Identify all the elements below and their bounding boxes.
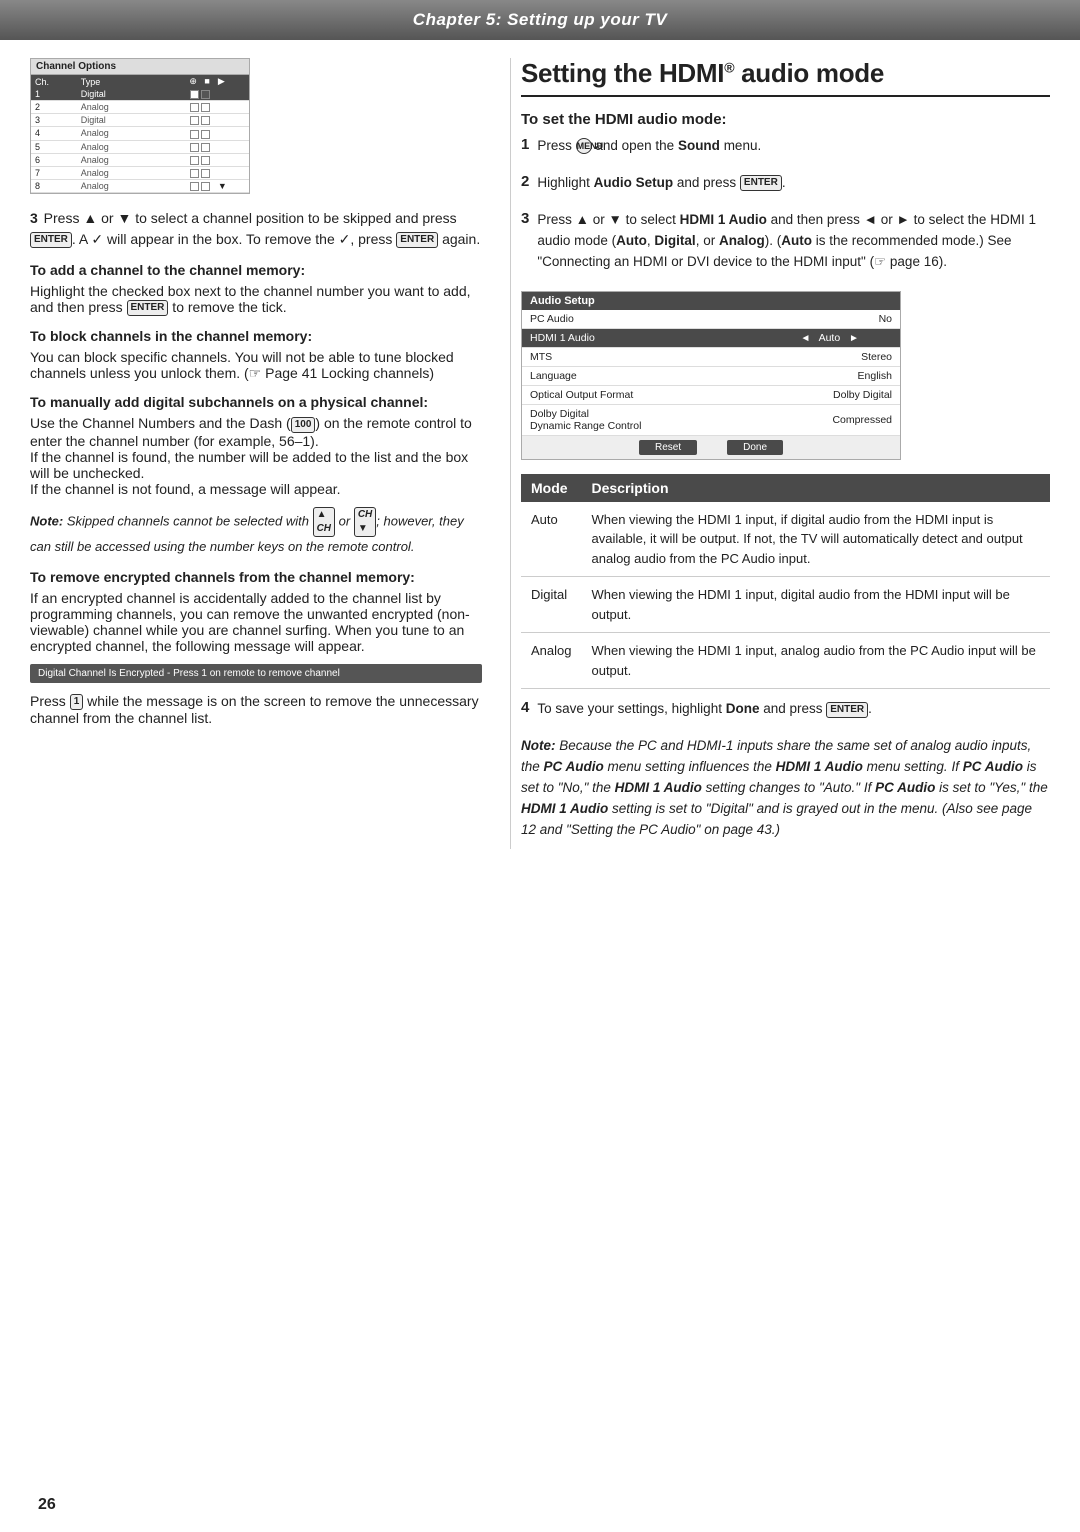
para-add: Highlight the checked box next to the ch… <box>30 283 482 316</box>
table-row: 5 Analog <box>31 140 249 153</box>
audio-row-hdmi: HDMI 1 Audio ◄ Auto ► <box>522 328 900 347</box>
col-ch: Ch. <box>31 75 77 88</box>
enter-button-icon: ENTER <box>30 232 72 248</box>
para-manual1: Use the Channel Numbers and the Dash (10… <box>30 415 482 448</box>
menu-btn-icon: MENU <box>576 138 592 154</box>
audio-row-pc: PC Audio No <box>522 310 900 329</box>
step2-text: Highlight Audio Setup and press ENTER. <box>537 173 785 194</box>
enter-btn-step2: ENTER <box>740 175 782 191</box>
right-note: Note: Because the PC and HDMI-1 inputs s… <box>521 736 1050 841</box>
audio-row-optical: Optical Output Format Dolby Digital <box>522 385 900 404</box>
dash-btn: 100 <box>291 417 316 433</box>
table-row: 4 Analog <box>31 127 249 140</box>
para-remove1: If an encrypted channel is accidentally … <box>30 590 482 654</box>
para-manual2: If the channel is found, the number will… <box>30 449 482 481</box>
reset-button[interactable]: Reset <box>639 440 697 455</box>
enter-button-icon2: ENTER <box>396 232 438 248</box>
section-title: Setting the HDMI® audio mode <box>521 58 1050 97</box>
step1-row: 1 Press MENU and open the Sound menu. <box>521 136 1050 165</box>
audio-row-dolby: Dolby DigitalDynamic Range Control Compr… <box>522 404 900 435</box>
audio-row-lang: Language English <box>522 366 900 385</box>
para-block: You can block specific channels. You wil… <box>30 349 482 382</box>
enter-btn-add: ENTER <box>127 300 169 316</box>
table-row: 3 Digital <box>31 114 249 127</box>
audio-row-mts: MTS Stereo <box>522 347 900 366</box>
col-scroll: ▶ <box>214 75 249 88</box>
subsection-heading: To set the HDMI audio mode: <box>521 111 1050 128</box>
desc-col-header: Description <box>581 474 1050 502</box>
mode-row-digital: Digital When viewing the HDMI 1 input, d… <box>521 577 1050 633</box>
encrypted-message-bar: Digital Channel Is Encrypted - Press 1 o… <box>30 664 482 683</box>
col-icons: ⊕ ■ <box>152 75 214 88</box>
table-row: 7 Analog <box>31 166 249 179</box>
mode-row-analog: Analog When viewing the HDMI 1 input, an… <box>521 633 1050 689</box>
table-row: 6 Analog <box>31 153 249 166</box>
mode-col-header: Mode <box>521 474 581 502</box>
step3-text: 3 Press ▲ or ▼ to select a channel posit… <box>30 208 482 250</box>
step3-right-text: Press ▲ or ▼ to select HDMI 1 Audio and … <box>537 210 1050 273</box>
heading-remove: To remove encrypted channels from the ch… <box>30 569 482 585</box>
table-row: 2 Analog <box>31 101 249 114</box>
audio-setup-screenshot: Audio Setup PC Audio No HDMI 1 Audio ◄ A… <box>521 291 901 460</box>
mode-description-table: Mode Description Auto When viewing the H… <box>521 474 1050 690</box>
step1-text: Press MENU and open the Sound menu. <box>537 136 761 157</box>
heading-add: To add a channel to the channel memory: <box>30 262 482 278</box>
ch-up-icon: ▲CH <box>313 507 335 537</box>
page-number: 26 <box>38 1496 56 1514</box>
para-manual3: If the channel is not found, a message w… <box>30 481 482 497</box>
step4-text: To save your settings, highlight Done an… <box>537 699 872 720</box>
audio-setup-buttons: Reset Done <box>522 436 900 459</box>
audio-setup-title: Audio Setup <box>522 292 900 310</box>
ch-down-icon: CH▼ <box>354 507 376 537</box>
right-column: Setting the HDMI® audio mode To set the … <box>510 58 1050 849</box>
channel-options-title: Channel Options <box>31 59 249 75</box>
chapter-header: Chapter 5: Setting up your TV <box>0 0 1080 40</box>
chapter-title: Chapter 5: Setting up your TV <box>413 10 667 29</box>
note-skipped: Note: Skipped channels cannot be selecte… <box>30 507 482 557</box>
enter-btn-step4: ENTER <box>826 702 868 718</box>
step2-row: 2 Highlight Audio Setup and press ENTER. <box>521 173 1050 202</box>
btn-1: 1 <box>70 694 84 710</box>
step3-right-row: 3 Press ▲ or ▼ to select HDMI 1 Audio an… <box>521 210 1050 281</box>
done-button[interactable]: Done <box>727 440 783 455</box>
para-remove2: Press 1 while the message is on the scre… <box>30 693 482 726</box>
mode-row-auto: Auto When viewing the HDMI 1 input, if d… <box>521 502 1050 577</box>
table-row: 1 Digital <box>31 88 249 101</box>
heading-manual: To manually add digital subchannels on a… <box>30 394 482 410</box>
table-row: 8 Analog ▼ <box>31 179 249 192</box>
left-column: Channel Options Ch. Type ⊕ ■ ▶ 1 Digital <box>30 58 510 849</box>
step3-block: 3 Press ▲ or ▼ to select a channel posit… <box>30 208 482 250</box>
channel-options-screenshot: Channel Options Ch. Type ⊕ ■ ▶ 1 Digital <box>30 58 250 194</box>
heading-block: To block channels in the channel memory: <box>30 328 482 344</box>
step4-row: 4 To save your settings, highlight Done … <box>521 699 1050 728</box>
col-type: Type <box>77 75 152 88</box>
